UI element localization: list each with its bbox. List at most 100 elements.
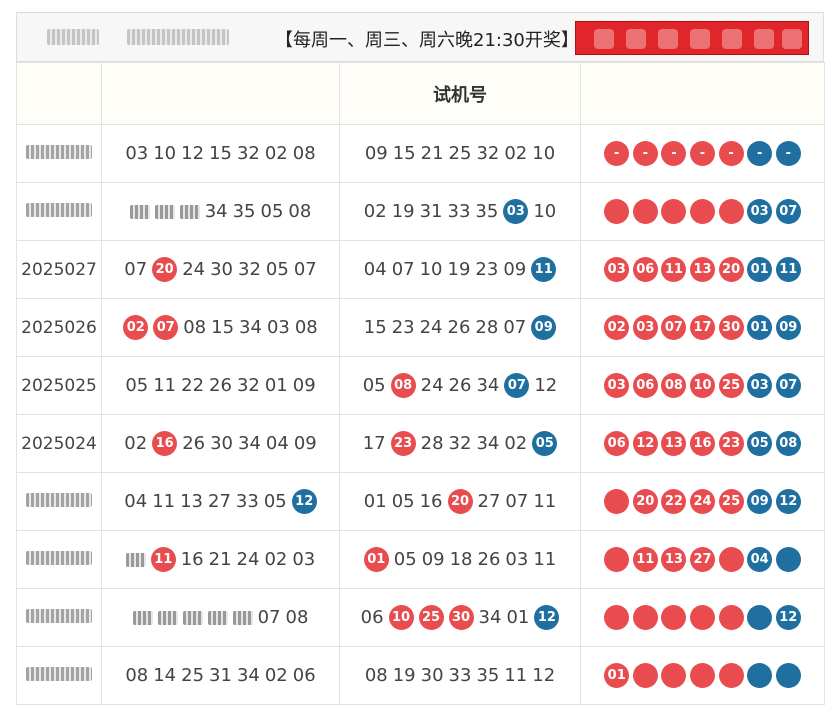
blue-ball: 03 — [747, 199, 773, 224]
draw-schedule-notice: 【每周一、周三、周六晚21:30开奖】 — [275, 30, 579, 51]
number: 02 — [264, 143, 288, 165]
number: 02 — [363, 201, 387, 222]
number: 15 — [392, 143, 416, 165]
number: 33 — [447, 201, 471, 222]
number: 05 — [125, 375, 149, 397]
highlighted-number: 03 — [503, 199, 529, 224]
blue-ball: 12 — [775, 489, 801, 514]
red-ball: 24 — [690, 489, 715, 514]
table-row: 07 08 06 10 25 30 34 01 12 12 — [16, 588, 825, 647]
header-test-number: 试机号 — [339, 62, 581, 125]
number: 34 — [236, 665, 260, 687]
red-ball: 10 — [690, 373, 715, 398]
blurred-number — [154, 204, 175, 219]
number: 10 — [533, 201, 557, 222]
highlighted-number: 11 — [150, 547, 176, 572]
test-numbers: 06 10 25 30 34 01 12 — [339, 588, 581, 647]
highlighted-number: 30 — [448, 605, 474, 630]
blurred-issue-number — [26, 202, 92, 217]
pick-a-numbers: 34 35 05 08 — [101, 182, 340, 241]
blue-ball: 04 — [747, 547, 773, 572]
red-ball: - — [690, 141, 715, 166]
highlighted-number: 12 — [534, 605, 560, 630]
draw-result-balls: 03 06 11 13 20 01 11 — [580, 240, 825, 299]
number: 01 — [506, 607, 530, 628]
number: 19 — [392, 665, 416, 687]
highlighted-number: 01 — [363, 547, 389, 572]
red-ball: 11 — [632, 547, 658, 572]
promo-banner[interactable] — [575, 21, 809, 55]
lottery-panel: 【每周一、周三、周六晚21:30开奖】 试机号 03 10 12 15 32 02 08 09… — [16, 12, 825, 705]
test-numbers: 17 23 28 32 34 02 05 — [339, 414, 581, 473]
number: 19 — [391, 201, 415, 222]
highlighted-number: 25 — [418, 605, 444, 630]
draw-result-balls: 02 03 07 17 30 01 09 — [580, 298, 825, 357]
number: 08 — [125, 665, 149, 687]
blurred-number — [182, 610, 203, 625]
highlighted-number: 23 — [390, 431, 416, 456]
blurred-logo — [47, 29, 99, 45]
table-row: 2025024 02 16 26 30 34 04 09 17 23 28 32 34 02 05 06 12 1… — [16, 414, 825, 473]
number: 26 — [477, 549, 501, 570]
number: 01 — [264, 375, 288, 397]
blurred-number — [132, 610, 153, 625]
number: 32 — [238, 259, 261, 280]
red-ball — [690, 605, 715, 630]
draw-result-balls: 03 06 08 10 25 03 07 — [580, 356, 825, 415]
blue-ball: - — [747, 141, 773, 166]
number: 23 — [475, 259, 499, 280]
blurred-issue-number — [26, 492, 92, 507]
red-ball — [718, 547, 744, 572]
test-numbers: 08 19 30 33 35 11 12 — [339, 646, 581, 705]
pick-a-numbers: 03 10 12 15 32 02 08 — [101, 124, 340, 183]
highlighted-number: 20 — [447, 489, 473, 514]
number: 35 — [232, 201, 256, 223]
red-ball: 25 — [718, 489, 744, 514]
number: 24 — [182, 259, 206, 280]
number: 11 — [153, 375, 177, 397]
blue-ball: 01 — [747, 257, 773, 282]
red-ball: 03 — [604, 257, 630, 282]
issue-number: 2025026 — [16, 298, 102, 357]
issue-number: 2025027 — [16, 240, 102, 299]
red-ball — [690, 199, 715, 224]
red-ball — [604, 199, 630, 224]
blurred-issue-number — [26, 666, 92, 681]
table-row: 04 11 13 27 33 05 12 01 05 16 20 27 07 11 20 22 24 25 09 12 — [16, 472, 825, 531]
number: 32 — [476, 143, 500, 165]
red-ball: 17 — [690, 315, 715, 340]
test-numbers: 04 07 10 19 23 09 11 — [339, 240, 581, 299]
number: 12 — [181, 143, 205, 165]
number: 02 — [264, 549, 288, 570]
number: 10 — [419, 259, 443, 280]
issue-number — [16, 530, 102, 589]
number: 34 — [238, 433, 261, 454]
red-ball: 23 — [718, 431, 744, 456]
red-ball: 13 — [661, 547, 687, 572]
blue-ball: 11 — [775, 257, 801, 282]
table-row: 11 16 21 24 02 03 01 05 09 18 26 03 11 11 13 27 04 — [16, 530, 825, 589]
blurred-issue-number — [26, 608, 92, 623]
red-ball: 11 — [661, 257, 687, 282]
test-numbers: 01 05 16 20 27 07 11 — [339, 472, 581, 531]
blue-ball: 01 — [747, 315, 773, 340]
issue-number: 2025025 — [16, 356, 102, 415]
number: 09 — [293, 433, 317, 454]
pick-a-numbers: 08 14 25 31 34 02 06 — [101, 646, 340, 705]
highlighted-number: 08 — [390, 373, 416, 398]
blurred-issue-number — [26, 550, 92, 565]
red-ball: - — [604, 141, 630, 166]
table-header-row: 试机号 — [16, 62, 825, 125]
number: 09 — [292, 375, 316, 397]
blue-ball: 05 — [747, 431, 773, 456]
number: 11 — [152, 491, 176, 512]
number: 06 — [360, 607, 384, 628]
number: 02 — [504, 433, 528, 454]
number: 24 — [236, 549, 260, 570]
highlighted-number: 11 — [531, 257, 557, 282]
highlighted-number: 05 — [532, 431, 558, 456]
number: 28 — [420, 433, 444, 454]
number: 11 — [504, 665, 528, 687]
blurred-title — [127, 29, 229, 45]
header-draw-result — [580, 62, 825, 125]
